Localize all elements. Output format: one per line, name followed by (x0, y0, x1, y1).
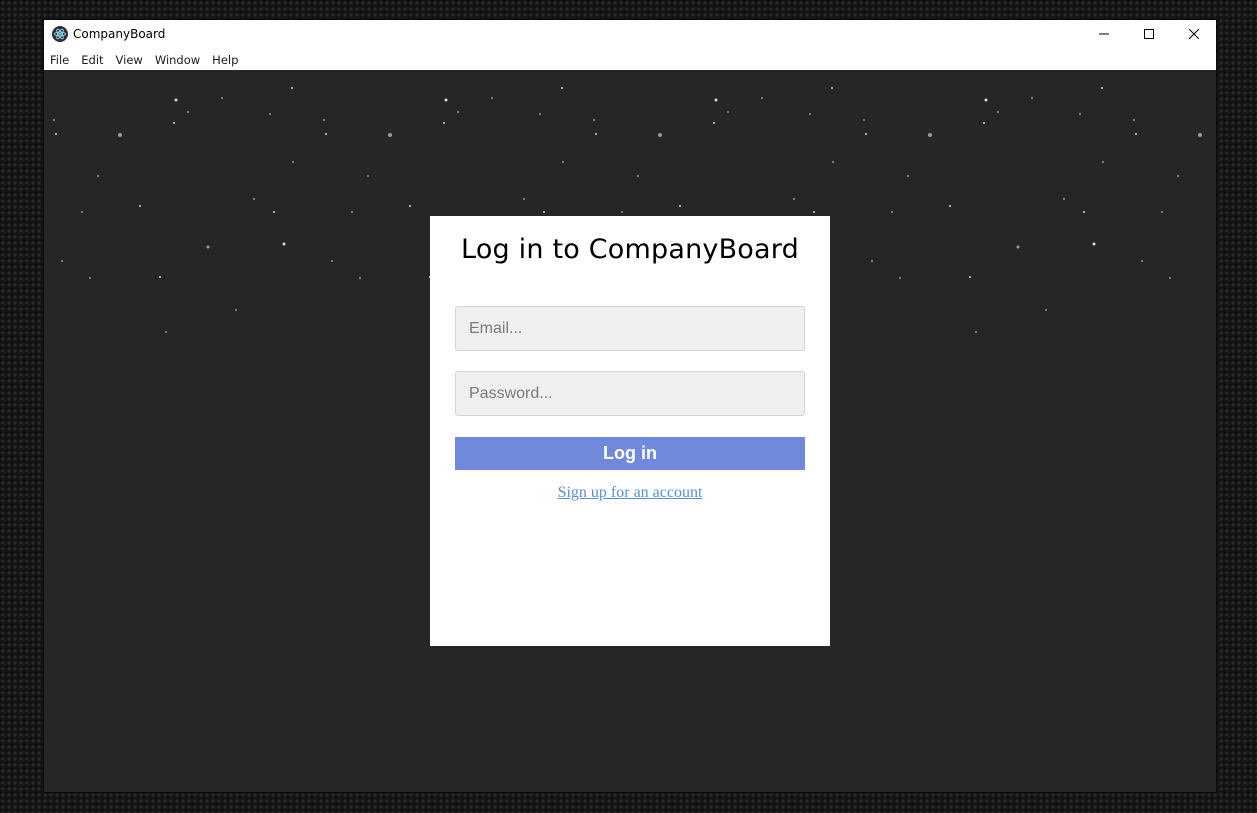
minimize-icon (1098, 33, 1109, 35)
login-button[interactable]: Log in (455, 437, 805, 470)
electron-atom-icon (52, 26, 68, 42)
maximize-button[interactable] (1126, 20, 1171, 48)
menu-window[interactable]: Window (149, 51, 206, 69)
menu-bar: File Edit View Window Help (44, 51, 244, 69)
menu-edit[interactable]: Edit (75, 51, 109, 69)
password-input[interactable] (455, 371, 805, 416)
window-controls (1081, 20, 1216, 48)
menu-help[interactable]: Help (206, 51, 244, 69)
close-button[interactable] (1171, 20, 1216, 48)
app-content: Log in to CompanyBoard Log in Sign up fo… (44, 70, 1216, 792)
maximize-icon (1143, 29, 1154, 39)
login-heading: Log in to CompanyBoard (461, 234, 799, 265)
email-input[interactable] (455, 306, 805, 351)
signup-link[interactable]: Sign up for an account (430, 484, 830, 502)
menu-view[interactable]: View (110, 51, 149, 69)
window-title: CompanyBoard (73, 27, 166, 41)
app-window: CompanyBoard File Edit View Window Help … (44, 20, 1216, 792)
minimize-button[interactable] (1081, 20, 1126, 48)
login-card: Log in to CompanyBoard Log in Sign up fo… (430, 216, 830, 646)
menu-file[interactable]: File (44, 51, 75, 69)
title-bar[interactable]: CompanyBoard File Edit View Window Help (44, 20, 1216, 70)
close-icon (1188, 29, 1199, 39)
signup-link-label: Sign up for an account (557, 484, 703, 501)
